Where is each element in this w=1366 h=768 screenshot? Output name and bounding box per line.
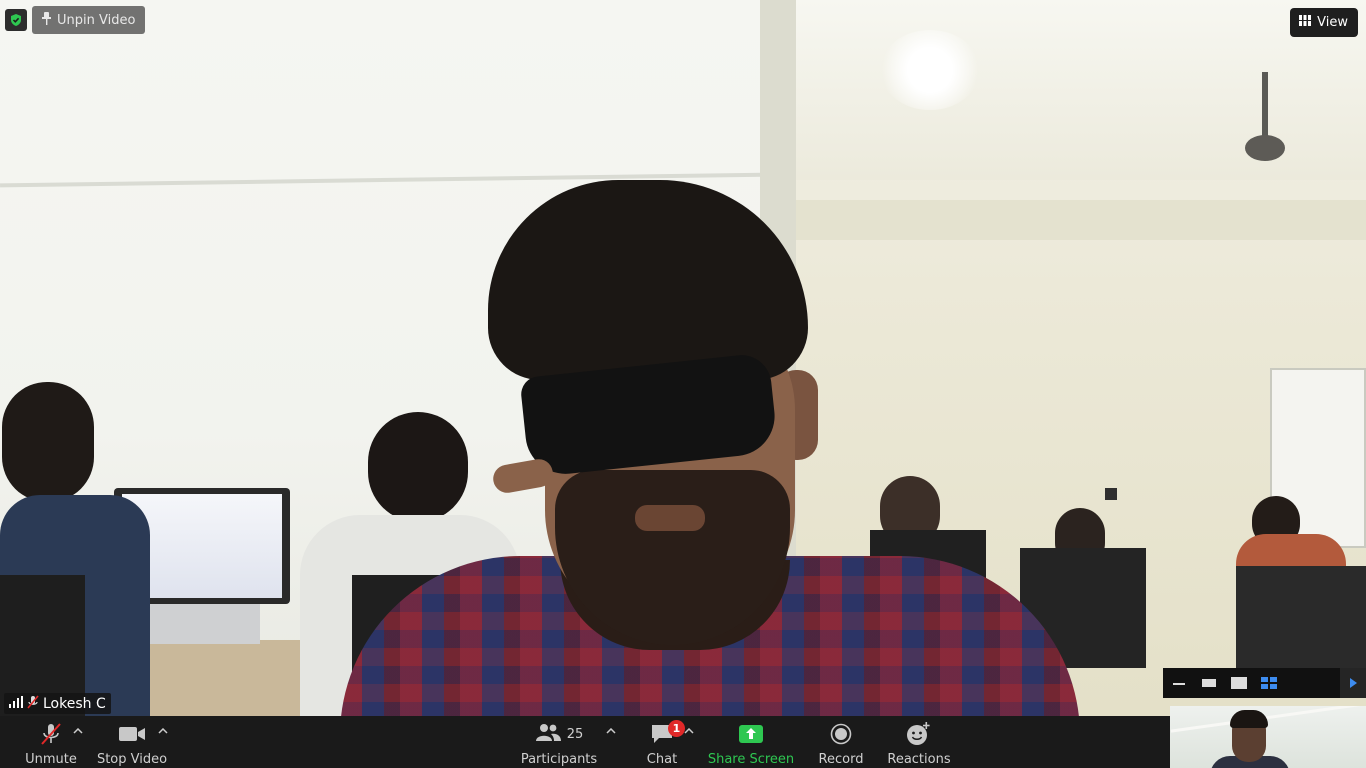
thumbnail-ceiling (1170, 706, 1366, 733)
unmute-label: Unmute (25, 752, 77, 767)
video-background-person (2, 382, 94, 502)
video-options-caret-icon[interactable] (157, 726, 169, 736)
audio-options-caret-icon[interactable] (72, 726, 84, 736)
pin-icon (42, 11, 51, 29)
view-label: View (1317, 15, 1348, 30)
signal-bars-icon (9, 695, 23, 712)
share-screen-label: Share Screen (707, 752, 795, 767)
participants-icon-group: 25 (535, 722, 584, 746)
self-view-thumbnail[interactable] (1170, 706, 1366, 768)
mic-off-icon (39, 722, 63, 746)
minimize-view-icon[interactable] (1171, 676, 1187, 690)
speaker-name-tag: Lokesh C (4, 693, 111, 714)
video-beam (790, 200, 1366, 240)
strip-view-icon[interactable] (1201, 676, 1217, 690)
video-fan-rod (1262, 72, 1268, 142)
unpin-video-button[interactable]: Unpin Video (32, 6, 146, 34)
video-fan (1245, 135, 1285, 161)
stop-video-button[interactable]: Stop Video (96, 716, 168, 768)
share-screen-icon (739, 722, 763, 746)
participants-icon (535, 723, 561, 745)
speaker-name: Lokesh C (43, 695, 106, 712)
video-monitor-stand (150, 604, 260, 644)
share-screen-button[interactable]: Share Screen (706, 716, 796, 768)
grid-thumbnail-icon[interactable] (1261, 676, 1277, 690)
single-view-icon[interactable] (1231, 676, 1247, 690)
mic-muted-icon (27, 694, 39, 713)
video-camera-icon (118, 722, 146, 746)
record-button[interactable]: Record (816, 716, 866, 768)
chat-label: Chat (646, 752, 678, 767)
chat-bubble-icon: 1 (650, 720, 685, 746)
record-icon (830, 722, 852, 746)
next-page-arrow-icon[interactable] (1340, 668, 1366, 698)
video-background-person (368, 412, 468, 522)
participants-count: 25 (566, 726, 584, 742)
record-label: Record (818, 752, 864, 767)
reactions-label: Reactions (887, 752, 951, 767)
participants-label: Participants (520, 752, 598, 767)
active-speaker-video (0, 0, 1366, 716)
participants-options-caret-icon[interactable] (605, 726, 617, 736)
view-button[interactable]: View (1290, 8, 1358, 37)
speaker-mouth (635, 505, 705, 531)
shield-check-icon[interactable] (5, 9, 27, 31)
chat-options-caret-icon[interactable] (683, 726, 695, 736)
thumbnail-toolbar (1163, 668, 1366, 698)
unmute-button[interactable]: Unmute (24, 716, 78, 768)
unpin-video-label: Unpin Video (57, 12, 136, 28)
thumbnail-hair (1230, 710, 1268, 728)
chat-button[interactable]: 1 Chat (642, 716, 685, 768)
stop-video-label: Stop Video (96, 752, 168, 767)
meeting-controls-toolbar: Unmute Stop Video 25 Participants 1 Chat… (0, 716, 1162, 768)
grid-view-icon (1299, 15, 1312, 30)
video-ceiling-light (880, 30, 980, 110)
reactions-button[interactable]: Reactions (887, 716, 951, 768)
video-socket (1105, 488, 1117, 500)
reactions-icon (906, 722, 932, 746)
participants-button[interactable]: 25 Participants (520, 716, 598, 768)
